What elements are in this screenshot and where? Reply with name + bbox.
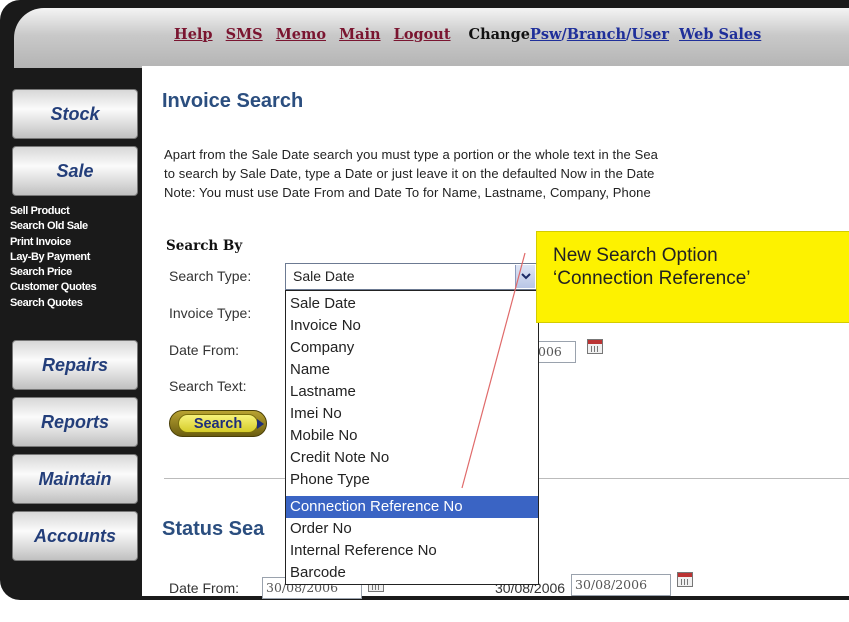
screenshot-frame: Help SMS Memo Main Logout ChangePsw/Branc…: [0, 0, 849, 622]
bottom-strip: [0, 600, 849, 622]
annotation-pointer-line: [461, 252, 526, 489]
